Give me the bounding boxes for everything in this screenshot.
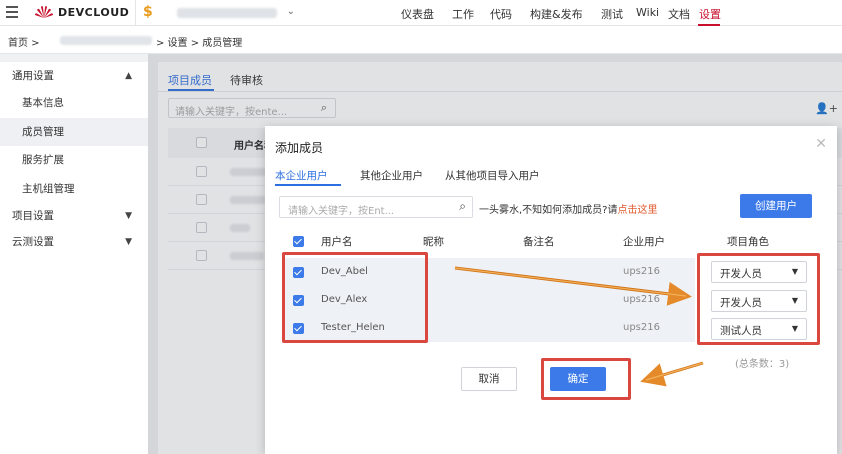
user-search-input[interactable]: 请输入关键字，按Ent... ⌕ <box>279 196 473 218</box>
column-header-username: 用户名 <box>321 236 353 248</box>
cell-enterprise-user: ups216 <box>623 266 660 277</box>
nav-item-build-release[interactable]: 构建&发布 <box>530 6 583 22</box>
logo-text: DEVCLOUD <box>58 5 130 19</box>
sidebar-item-member-management[interactable]: 成员管理 <box>0 118 148 146</box>
sidebar-item-label: 服务扩展 <box>22 154 64 166</box>
chevron-down-icon: ⌄ <box>286 6 295 17</box>
tab-enterprise-users[interactable]: 本企业用户 <box>275 168 328 183</box>
sidebar-item-label: 成员管理 <box>22 126 64 138</box>
chevron-down-icon: ▼ <box>125 237 132 247</box>
sidebar-item-basic-info[interactable]: 基本信息 <box>0 89 148 117</box>
column-header-nickname: 昵称 <box>423 236 444 248</box>
nav-item-work[interactable]: 工作 <box>452 6 474 22</box>
nav-item-wiki[interactable]: Wiki <box>636 6 659 19</box>
logo-icon <box>35 6 53 18</box>
hamburger-icon[interactable] <box>6 6 18 18</box>
select-all-checkbox[interactable] <box>293 236 304 247</box>
create-user-button[interactable]: 创建用户 <box>740 194 812 218</box>
search-placeholder: 请输入关键字，按Ent... <box>288 206 395 217</box>
nav-item-settings[interactable]: 设置 <box>699 6 721 22</box>
nav-item-docs[interactable]: 文档 <box>668 6 690 22</box>
nav-item-code[interactable]: 代码 <box>490 6 512 22</box>
project-selector[interactable]: ⌄ <box>165 3 303 22</box>
cancel-button[interactable]: 取消 <box>461 367 517 391</box>
sidebar-item-project-settings[interactable]: 项目设置 ▼ <box>0 202 148 230</box>
sidebar-item-label: 云测设置 <box>12 236 54 248</box>
sidebar-item-label: 通用设置 <box>12 70 54 82</box>
top-bar: DEVCLOUD $ ⌄ 仪表盘 工作 代码 构建&发布 测试 Wiki 文档 … <box>0 0 842 26</box>
column-header-enterprise-user: 企业用户 <box>623 236 665 248</box>
breadcrumb-home[interactable]: 首页 > <box>8 34 40 49</box>
breadcrumb-project-redacted <box>60 36 152 45</box>
help-link[interactable]: 点击这里 <box>618 205 658 216</box>
help-hint-text: 一头雾水,不知如何添加成员?请 <box>479 205 618 216</box>
logo[interactable]: DEVCLOUD <box>34 4 129 20</box>
tab-active-indicator <box>275 184 341 186</box>
total-count: (总条数：3) <box>735 359 790 370</box>
project-name-redacted <box>177 7 277 18</box>
highlight-confirm-button <box>541 358 631 400</box>
close-icon[interactable]: ✕ <box>815 136 827 152</box>
sidebar-item-label: 基本信息 <box>22 97 64 109</box>
chevron-up-icon: ▲ <box>125 71 132 81</box>
breadcrumb: 首页 > > 设置 > 成员管理 <box>0 26 842 54</box>
divider <box>135 0 136 26</box>
breadcrumb-path: > 设置 > 成员管理 <box>156 38 243 49</box>
cell-enterprise-user: ups216 <box>623 294 660 305</box>
highlight-role-selects <box>697 253 820 345</box>
sidebar-item-host-group[interactable]: 主机组管理 <box>0 175 148 203</box>
tab-import-from-project[interactable]: 从其他项目导入用户 <box>445 168 540 183</box>
chevron-down-icon: ▼ <box>125 211 132 221</box>
sidebar-item-label: 主机组管理 <box>22 183 75 195</box>
nav-item-dashboard[interactable]: 仪表盘 <box>401 6 434 22</box>
highlight-selected-users <box>282 252 428 343</box>
sidebar: 通用设置 ▲ 基本信息 成员管理 服务扩展 主机组管理 项目设置 ▼ 云测设置 … <box>0 62 148 454</box>
currency-icon[interactable]: $ <box>143 4 153 20</box>
dialog-title: 添加成员 <box>275 141 324 155</box>
sidebar-item-general-settings[interactable]: 通用设置 ▲ <box>0 62 148 90</box>
column-header-project-role: 项目角色 <box>727 236 769 248</box>
help-hint: 一头雾水,不知如何添加成员?请点击这里 <box>479 201 658 216</box>
cell-enterprise-user: ups216 <box>623 322 660 333</box>
nav-item-test[interactable]: 测试 <box>601 6 623 22</box>
column-header-remark: 备注名 <box>523 236 555 248</box>
tab-other-enterprise-users[interactable]: 其他企业用户 <box>360 168 423 183</box>
sidebar-item-cloud-test-settings[interactable]: 云测设置 ▼ <box>0 228 148 256</box>
sidebar-item-service-extension[interactable]: 服务扩展 <box>0 146 148 174</box>
search-icon[interactable]: ⌕ <box>459 199 466 214</box>
sidebar-item-label: 项目设置 <box>12 210 54 222</box>
